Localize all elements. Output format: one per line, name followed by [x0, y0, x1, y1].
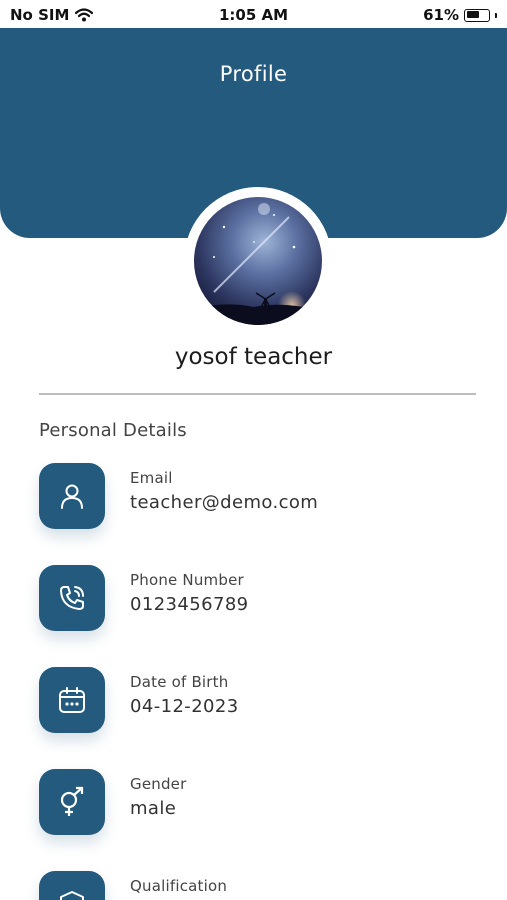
battery-percent: 61% — [423, 6, 459, 24]
battery-tip — [495, 12, 497, 18]
detail-row-phone: Phone Number 0123456789 — [39, 565, 479, 631]
email-label: Email — [130, 469, 173, 487]
avatar[interactable] — [194, 197, 322, 325]
section-title: Personal Details — [39, 420, 187, 441]
shield-icon — [60, 891, 84, 900]
detail-row-gender: Gender male — [39, 769, 479, 835]
battery-group: 61% — [423, 6, 497, 24]
phone-icon — [60, 586, 84, 610]
avatar-image — [194, 197, 322, 325]
qualification-icon-box — [39, 871, 105, 900]
email-value: teacher@demo.com — [130, 492, 319, 513]
detail-row-birthdate: Date of Birth 04-12-2023 — [39, 667, 479, 733]
birthdate-label: Date of Birth — [130, 673, 229, 691]
status-bar: No SIM 1:05 AM 61% — [0, 0, 507, 28]
gender-icon-box — [39, 769, 105, 835]
gender-value: male — [130, 798, 177, 819]
birthdate-icon-box — [39, 667, 105, 733]
calendar-icon — [59, 687, 85, 713]
detail-row-qualification: Qualification — [39, 871, 479, 900]
battery-fill — [466, 11, 479, 18]
profile-name: yosof teacher — [174, 344, 333, 370]
detail-row-email: Email teacher@demo.com — [39, 463, 479, 529]
phone-value: 0123456789 — [130, 594, 249, 615]
phone-icon-box — [39, 565, 105, 631]
battery-icon — [464, 8, 490, 22]
gender-label: Gender — [130, 775, 187, 793]
qualification-label: Qualification — [130, 877, 228, 895]
divider — [39, 393, 476, 395]
email-icon-box — [39, 463, 105, 529]
person-icon — [61, 484, 83, 509]
gender-icon — [60, 786, 84, 816]
page-title: Profile — [219, 62, 288, 86]
birthdate-value: 04-12-2023 — [130, 696, 239, 717]
phone-label: Phone Number — [130, 571, 244, 589]
avatar-frame — [184, 187, 332, 335]
